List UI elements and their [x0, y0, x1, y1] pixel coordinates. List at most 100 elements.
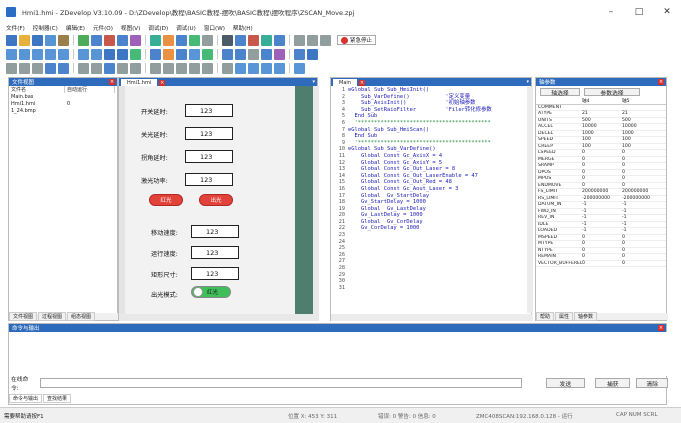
code-text[interactable]: ⊖Global Sub Sub_HmiInit() Sub_VarDefine(…: [348, 87, 526, 313]
toolbar-tool-icon[interactable]: [189, 34, 200, 46]
param-value-axis4[interactable]: 0: [582, 157, 622, 162]
tab-hmi1[interactable]: Hmi1.hmi: [121, 79, 158, 86]
vertical-scrollbar[interactable]: [527, 87, 533, 313]
param-value-axis4[interactable]: 0: [582, 261, 622, 266]
toolbar-tool-icon[interactable]: [222, 62, 233, 74]
param-value-axis5[interactable]: 200000000: [622, 189, 662, 194]
param-value-axis4[interactable]: 0: [582, 176, 622, 181]
toolbar-tool-icon[interactable]: [104, 34, 115, 46]
output-tab-1[interactable]: 查找结果: [43, 394, 72, 403]
axis-select-button[interactable]: 轴选择: [540, 88, 580, 97]
param-value-axis5[interactable]: 21: [622, 111, 662, 116]
param-value-axis4[interactable]: 1000: [582, 131, 622, 136]
toolbar-tool-icon[interactable]: [307, 34, 318, 46]
param-value-axis4[interactable]: 500: [582, 118, 622, 123]
toolbar-tool-icon[interactable]: [294, 34, 305, 46]
file-panel-tab-0[interactable]: 文件视图: [9, 312, 38, 321]
param-value-axis5[interactable]: 100: [622, 144, 662, 149]
file-panel-tab-2[interactable]: 组态视图: [67, 312, 96, 321]
hmi-canvas[interactable]: 开关延时: 123 关光延时: 123 拐角延时: 123 激光功率: 123 红光 出光 移动速度…: [125, 86, 295, 314]
toolbar-tool-icon[interactable]: [150, 34, 161, 46]
toolbar-tool-icon[interactable]: [130, 48, 141, 60]
toolbar-tool-icon[interactable]: [294, 48, 305, 60]
param-value-axis5[interactable]: 100: [622, 137, 662, 142]
param-value-axis5[interactable]: 0: [622, 241, 662, 246]
close-button[interactable]: ✕: [653, 0, 681, 23]
menu-item-1[interactable]: 控制器(C): [33, 24, 58, 32]
param-value-axis4[interactable]: 200000000: [582, 189, 622, 194]
param-value-axis4[interactable]: 0: [582, 254, 622, 259]
output-tab-0[interactable]: 命令与输出: [9, 394, 43, 403]
toolbar-tool-icon[interactable]: [91, 48, 102, 60]
horizontal-scrollbar[interactable]: [119, 314, 319, 321]
toolbar-tool-icon[interactable]: [235, 34, 246, 46]
param-value-axis5[interactable]: 1000: [622, 131, 662, 136]
toolbar-tool-icon[interactable]: [163, 62, 174, 74]
toolbar-tool-icon[interactable]: [202, 34, 213, 46]
toolbar-tool-icon[interactable]: [274, 48, 285, 60]
param-value-axis5[interactable]: 0: [622, 235, 662, 240]
toolbar-tool-icon[interactable]: [176, 34, 187, 46]
minimize-button[interactable]: –: [597, 0, 625, 23]
param-value-axis4[interactable]: 0: [582, 150, 622, 155]
param-value-axis4[interactable]: 0: [582, 235, 622, 240]
param-value-axis5[interactable]: -1: [622, 215, 662, 220]
toolbar-tool-icon[interactable]: [261, 34, 272, 46]
toolbar-tool-icon[interactable]: [189, 48, 200, 60]
toolbar-tool-icon[interactable]: [248, 62, 259, 74]
toolbar-tool-icon[interactable]: [261, 62, 272, 74]
param-value-axis4[interactable]: 0: [582, 163, 622, 168]
menu-item-4[interactable]: 视图(V): [121, 24, 140, 32]
toolbar-tool-icon[interactable]: [130, 62, 141, 74]
toolbar-tool-icon[interactable]: [19, 62, 30, 74]
menu-item-6[interactable]: 调试(U): [176, 24, 196, 32]
hmi-value-box[interactable]: 123: [185, 127, 233, 140]
param-value-axis4[interactable]: -1: [582, 228, 622, 233]
param-value-axis5[interactable]: -1: [622, 228, 662, 233]
param-select-button[interactable]: 参数选择: [584, 88, 640, 97]
laser-out-button[interactable]: 出光: [199, 194, 233, 206]
toolbar-tool-icon[interactable]: [163, 48, 174, 60]
toolbar-tool-icon[interactable]: [222, 48, 233, 60]
toolbar-tool-icon[interactable]: [176, 62, 187, 74]
param-value-axis5[interactable]: -1: [622, 222, 662, 227]
param-value-axis4[interactable]: -200000000: [582, 196, 622, 201]
toolbar-tool-icon[interactable]: [78, 62, 89, 74]
param-value-axis5[interactable]: 0: [622, 254, 662, 259]
clear-button[interactable]: 清除: [636, 378, 668, 388]
toolbar-tool-icon[interactable]: [58, 34, 69, 46]
axis-panel-tab-2[interactable]: 轴参数: [574, 312, 598, 321]
menu-item-3[interactable]: 元件(O): [93, 24, 113, 32]
hmi-value-box[interactable]: 123: [185, 173, 233, 186]
command-input[interactable]: [39, 378, 522, 388]
close-icon[interactable]: ×: [658, 79, 664, 85]
toolbar-tool-icon[interactable]: [104, 62, 115, 74]
toolbar-tool-icon[interactable]: [6, 48, 17, 60]
toolbar-tool-icon[interactable]: [274, 34, 285, 46]
param-value-axis4[interactable]: 21: [582, 111, 622, 116]
close-icon[interactable]: ×: [658, 325, 664, 331]
param-value-axis5[interactable]: 0: [622, 183, 662, 188]
menu-item-8[interactable]: 帮助(H): [233, 24, 253, 32]
param-value-axis5[interactable]: 500: [622, 118, 662, 123]
output-text-area[interactable]: [9, 332, 668, 376]
hmi-value-box[interactable]: 123: [191, 267, 239, 280]
param-value-axis5[interactable]: 0: [622, 170, 662, 175]
axis-panel-tab-0[interactable]: 帮助: [536, 312, 555, 321]
toolbar-tool-icon[interactable]: [222, 34, 233, 46]
maximize-button[interactable]: □: [625, 0, 653, 23]
menu-item-2[interactable]: 编辑(E): [66, 24, 85, 32]
mode-toggle[interactable]: 红光: [191, 286, 231, 298]
toolbar-tool-icon[interactable]: [294, 62, 305, 74]
axis-param-row[interactable]: VECTOR_BUFFERED 0 0: [536, 261, 666, 267]
toolbar-tool-icon[interactable]: [104, 48, 115, 60]
toolbar-tool-icon[interactable]: [19, 48, 30, 60]
toolbar-tool-icon[interactable]: [6, 62, 17, 74]
toolbar-tool-icon[interactable]: [248, 48, 259, 60]
hmi-value-box[interactable]: 123: [191, 246, 239, 259]
toolbar-tool-icon[interactable]: [235, 48, 246, 60]
param-value-axis5[interactable]: 0: [622, 157, 662, 162]
file-list-item[interactable]: Hmi1.hmi 0: [9, 100, 117, 107]
toolbar-tool-icon[interactable]: [58, 62, 69, 74]
param-value-axis5[interactable]: -1: [622, 209, 662, 214]
